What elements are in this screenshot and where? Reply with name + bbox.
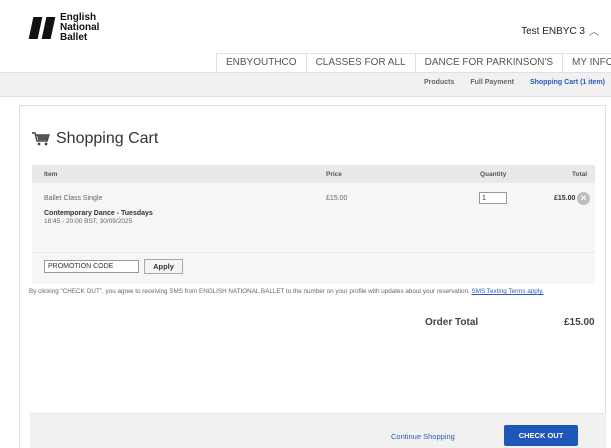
col-quantity: Quantity [480, 171, 507, 178]
col-item: Item [44, 171, 58, 178]
cart-table: Item Price Quantity Total Ballet Class S… [32, 165, 595, 284]
user-name: Test ENBYC 3 [521, 26, 585, 37]
item-price: £15.00 [326, 195, 348, 202]
nav-tab-enbyouthco[interactable]: ENBYOUTHCO [216, 54, 306, 72]
sms-disclaimer: By clicking "CHECK OUT", you agree to re… [29, 288, 544, 295]
order-total-value: £15.00 [564, 317, 595, 328]
continue-shopping-link[interactable]: Continue Shopping [391, 432, 455, 441]
enb-logo[interactable]: English National Ballet [27, 13, 99, 43]
cart-heading: Shopping Cart [32, 130, 158, 148]
nav-tab-dance-for-parkinsons[interactable]: DANCE FOR PARKINSON'S [414, 54, 562, 72]
cart-panel: Shopping Cart Item Price Quantity Total … [19, 105, 606, 448]
cart-item-row: Ballet Class Single Contemporary Dance -… [32, 183, 595, 253]
user-menu[interactable]: Test ENBYC 3 ︿ [521, 24, 599, 39]
chevron-up-icon: ︿ [589, 27, 599, 38]
main-nav: ENBYOUTHCO CLASSES FOR ALL DANCE FOR PAR… [216, 53, 611, 72]
item-total: £15.00 [554, 195, 576, 202]
item-class-type: Ballet Class Single [44, 195, 103, 202]
item-name: Contemporary Dance - Tuesdays [44, 210, 153, 217]
apply-button[interactable]: Apply [144, 259, 183, 274]
order-total-label: Order Total [425, 317, 479, 328]
logo-line-3: Ballet [60, 32, 88, 43]
step-shopping-cart[interactable]: Shopping Cart (1 item) [530, 79, 605, 86]
check-out-button[interactable]: CHECK OUT [504, 425, 578, 446]
page-title: Shopping Cart [56, 130, 159, 147]
quantity-input[interactable] [479, 192, 507, 204]
promo-row: Apply [32, 253, 595, 284]
promo-code-input[interactable] [44, 260, 139, 273]
logo-text: English National Ballet [60, 13, 99, 43]
step-products[interactable]: Products [424, 79, 454, 86]
col-price: Price [326, 171, 342, 178]
remove-icon[interactable]: ✕ [577, 192, 590, 205]
disclaimer-text: By clicking "CHECK OUT", you agree to re… [29, 288, 470, 295]
nav-tab-classes-for-all[interactable]: CLASSES FOR ALL [305, 54, 415, 72]
item-time: 18:45 - 20:00 BST, 30/09/2025 [44, 218, 133, 225]
cart-table-header: Item Price Quantity Total [32, 165, 595, 183]
sms-terms-link[interactable]: SMS Texting Terms apply. [472, 288, 544, 295]
col-total: Total [572, 171, 588, 178]
step-full-payment[interactable]: Full Payment [470, 79, 514, 86]
shopping-cart-icon [32, 132, 50, 146]
logo-mark-icon [27, 13, 57, 39]
order-total: Order Total £15.00 [0, 317, 611, 331]
site-header: English National Ballet Test ENBYC 3 ︿ [0, 0, 611, 52]
nav-tab-my-info[interactable]: MY INFO [562, 54, 611, 72]
checkout-steps: Products Full Payment Shopping Cart (1 i… [0, 72, 611, 97]
